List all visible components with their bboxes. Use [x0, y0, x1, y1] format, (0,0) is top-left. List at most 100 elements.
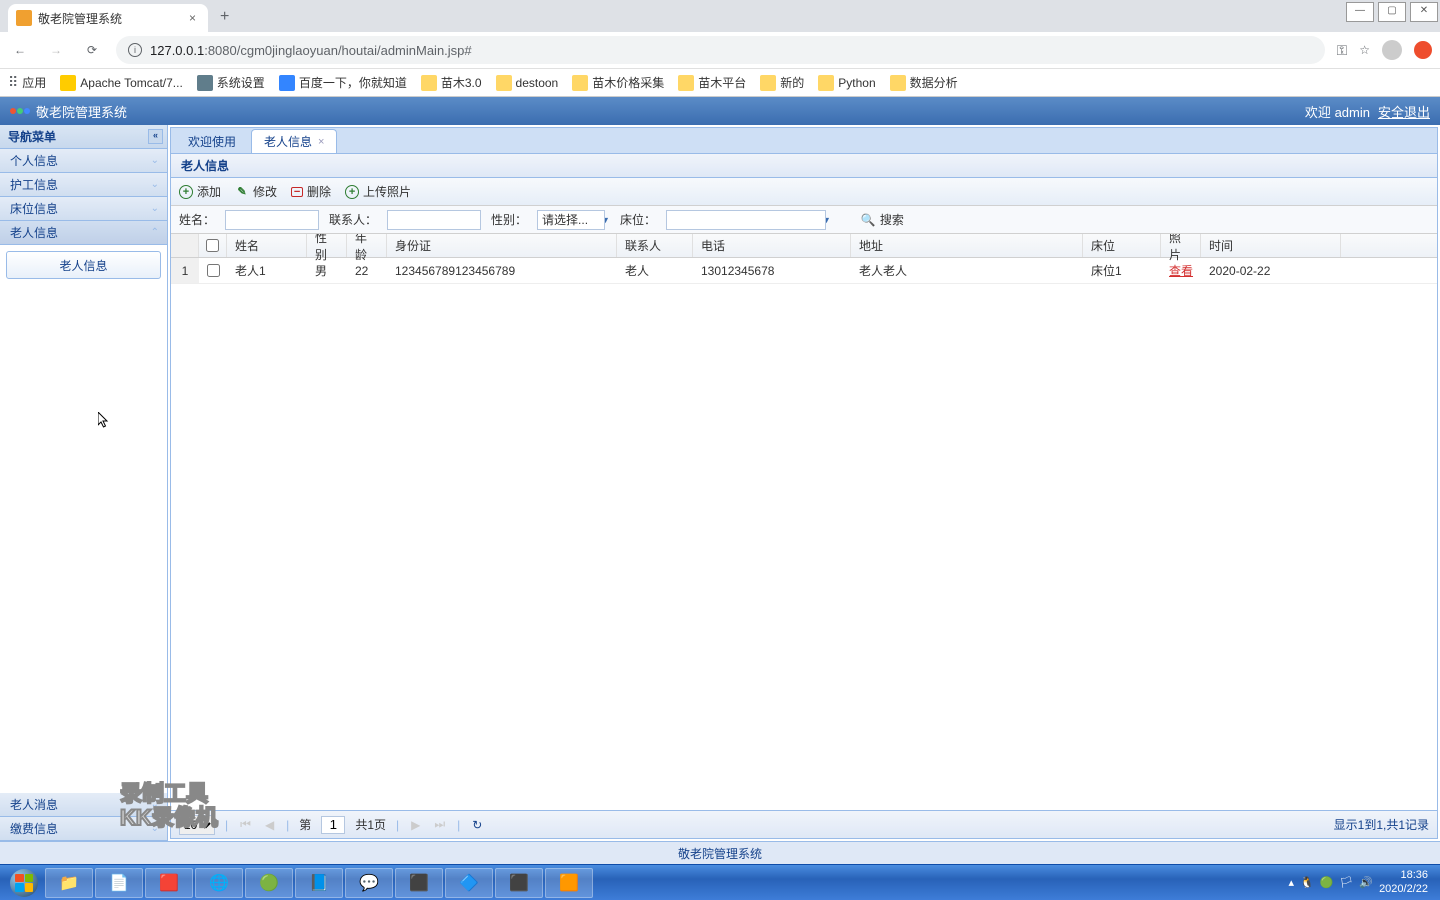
- minimize-button[interactable]: —: [1346, 2, 1374, 22]
- new-tab-button[interactable]: +: [220, 8, 229, 26]
- nav-item-nurse[interactable]: 护工信息⌄: [0, 173, 167, 197]
- chevron-up-icon: ⌃: [151, 227, 159, 238]
- taskbar-item-word[interactable]: 📘: [295, 868, 343, 898]
- bookmark-item[interactable]: 苗木平台: [678, 74, 746, 91]
- total-pages: 共1页: [355, 816, 386, 833]
- content-area: 欢迎使用 老人信息 × 老人信息 +添加 ✎修改 −删除 +上传照片 姓名： 联…: [170, 127, 1438, 839]
- gender-select[interactable]: 请选择...: [537, 210, 605, 230]
- chevron-down-icon: ⌄: [151, 203, 159, 214]
- row-checkbox[interactable]: [207, 264, 220, 277]
- bed-select[interactable]: [666, 210, 826, 230]
- paging-bar: 10 | ⏮ ◀ | 第 共1页 | ▶ ⏭ | ↻ 显示1到1,共1记录: [171, 810, 1437, 838]
- bookmark-item[interactable]: 苗木价格采集: [572, 74, 664, 91]
- apps-button[interactable]: ⠿应用: [8, 74, 46, 91]
- grid-header-row: 姓名 性别 年龄 身份证 联系人 电话 地址 床位 照片 时间: [171, 234, 1437, 258]
- reload-button[interactable]: ⟳: [80, 38, 104, 62]
- folder-icon: [421, 75, 437, 91]
- nav-item-elder[interactable]: 老人信息⌃: [0, 221, 167, 245]
- col-id-number[interactable]: 身份证: [387, 234, 617, 257]
- edit-button[interactable]: ✎修改: [235, 183, 277, 200]
- tray-chevron-icon[interactable]: ▴: [1288, 876, 1294, 889]
- forward-button[interactable]: →: [44, 38, 68, 62]
- taskbar-item-app4[interactable]: 🔷: [445, 868, 493, 898]
- add-button[interactable]: +添加: [179, 183, 221, 200]
- nav-item-elder-msg[interactable]: 老人消息⌄: [0, 793, 167, 817]
- nav-item-payment[interactable]: 缴费信息⌄: [0, 817, 167, 841]
- tray-qq-icon[interactable]: 🐧: [1300, 876, 1314, 889]
- sidebar-collapse-button[interactable]: «: [148, 129, 163, 144]
- taskbar-item-app[interactable]: 🟥: [145, 868, 193, 898]
- bookmark-item[interactable]: Python: [818, 75, 875, 91]
- col-bed[interactable]: 床位: [1083, 234, 1161, 257]
- page-display-info: 显示1到1,共1记录: [1334, 816, 1429, 833]
- extension-icon[interactable]: [1414, 41, 1432, 59]
- taskbar-item-chrome[interactable]: 🌐: [195, 868, 243, 898]
- page-size-select[interactable]: 10: [179, 815, 215, 835]
- address-bar[interactable]: i 127.0.0.1:8080/cgm0jinglaoyuan/houtai/…: [116, 36, 1325, 64]
- close-button[interactable]: ✕: [1410, 2, 1438, 22]
- col-address[interactable]: 地址: [851, 234, 1083, 257]
- bookmark-item[interactable]: Apache Tomcat/7...: [60, 75, 183, 91]
- contact-input[interactable]: [387, 210, 481, 230]
- name-input[interactable]: [225, 210, 319, 230]
- col-phone[interactable]: 电话: [693, 234, 851, 257]
- taskbar-item-app3[interactable]: ⬛: [395, 868, 443, 898]
- search-button[interactable]: 🔍搜索: [861, 211, 904, 228]
- window-controls: — ▢ ✕: [1344, 0, 1440, 24]
- tray-net-icon[interactable]: 🟢: [1320, 876, 1334, 889]
- chevron-down-icon: ⌄: [151, 799, 159, 810]
- col-contact[interactable]: 联系人: [617, 234, 693, 257]
- bookmark-item[interactable]: destoon: [496, 75, 559, 91]
- tab-welcome[interactable]: 欢迎使用: [175, 129, 249, 153]
- col-name[interactable]: 姓名: [227, 234, 307, 257]
- cell-gender: 男: [307, 258, 347, 283]
- last-page-button[interactable]: ⏭: [432, 817, 447, 832]
- taskbar-item-explorer[interactable]: 📁: [45, 868, 93, 898]
- toolbar: +添加 ✎修改 −删除 +上传照片: [171, 178, 1437, 206]
- bookmark-item[interactable]: 百度一下，你就知道: [279, 74, 407, 91]
- browser-tab[interactable]: 敬老院管理系统 ×: [8, 4, 208, 32]
- profile-avatar-icon[interactable]: [1382, 40, 1402, 60]
- taskbar-item-app2[interactable]: 🟢: [245, 868, 293, 898]
- tab-close-icon[interactable]: ×: [185, 11, 200, 25]
- bookmark-item[interactable]: 数据分析: [890, 74, 958, 91]
- tab-close-icon[interactable]: ×: [318, 136, 324, 148]
- col-photo[interactable]: 照片: [1161, 234, 1201, 257]
- logout-link[interactable]: 安全退出: [1378, 102, 1430, 121]
- page-number-input[interactable]: [321, 816, 345, 834]
- maximize-button[interactable]: ▢: [1378, 2, 1406, 22]
- col-age[interactable]: 年龄: [347, 234, 387, 257]
- site-info-icon[interactable]: i: [128, 43, 142, 57]
- first-page-button[interactable]: ⏮: [238, 817, 253, 832]
- row-number: 1: [171, 258, 199, 283]
- nav-item-bed[interactable]: 床位信息⌄: [0, 197, 167, 221]
- key-icon[interactable]: ⚿: [1337, 42, 1348, 59]
- tray-clock[interactable]: 18:36 2020/2/22: [1379, 869, 1428, 895]
- sub-nav-elder-info[interactable]: 老人信息: [6, 251, 161, 279]
- taskbar-item-app6[interactable]: 🟧: [545, 868, 593, 898]
- nav-item-personal[interactable]: 个人信息⌄: [0, 149, 167, 173]
- upload-photo-button[interactable]: +上传照片: [345, 183, 411, 200]
- col-gender[interactable]: 性别: [307, 234, 347, 257]
- taskbar-item-app5[interactable]: ⬛: [495, 868, 543, 898]
- refresh-button[interactable]: ↻: [470, 818, 484, 832]
- tab-elder-info[interactable]: 老人信息 ×: [251, 129, 337, 153]
- back-button[interactable]: ←: [8, 38, 32, 62]
- prev-page-button[interactable]: ◀: [263, 818, 276, 832]
- delete-button[interactable]: −删除: [291, 183, 331, 200]
- view-photo-link[interactable]: 查看: [1169, 262, 1193, 279]
- taskbar-item-notepad[interactable]: 📄: [95, 868, 143, 898]
- bookmark-star-icon[interactable]: ☆: [1359, 43, 1370, 57]
- tray-volume-icon[interactable]: 🔊: [1359, 876, 1373, 889]
- select-all-checkbox[interactable]: [206, 239, 219, 252]
- table-row[interactable]: 1 老人1 男 22 123456789123456789 老人 1301234…: [171, 258, 1437, 284]
- tray-flag-icon[interactable]: 🏳: [1339, 876, 1353, 889]
- taskbar-item-wechat[interactable]: 💬: [345, 868, 393, 898]
- bookmark-item[interactable]: 系统设置: [197, 74, 265, 91]
- taskbar: 📁 📄 🟥 🌐 🟢 📘 💬 ⬛ 🔷 ⬛ 🟧 ▴ 🐧 🟢 🏳 🔊 18:36 20…: [0, 864, 1440, 900]
- start-button[interactable]: [4, 868, 44, 898]
- bookmark-item[interactable]: 苗木3.0: [421, 74, 482, 91]
- next-page-button[interactable]: ▶: [409, 818, 422, 832]
- col-time[interactable]: 时间: [1201, 234, 1341, 257]
- bookmark-item[interactable]: 新的: [760, 74, 804, 91]
